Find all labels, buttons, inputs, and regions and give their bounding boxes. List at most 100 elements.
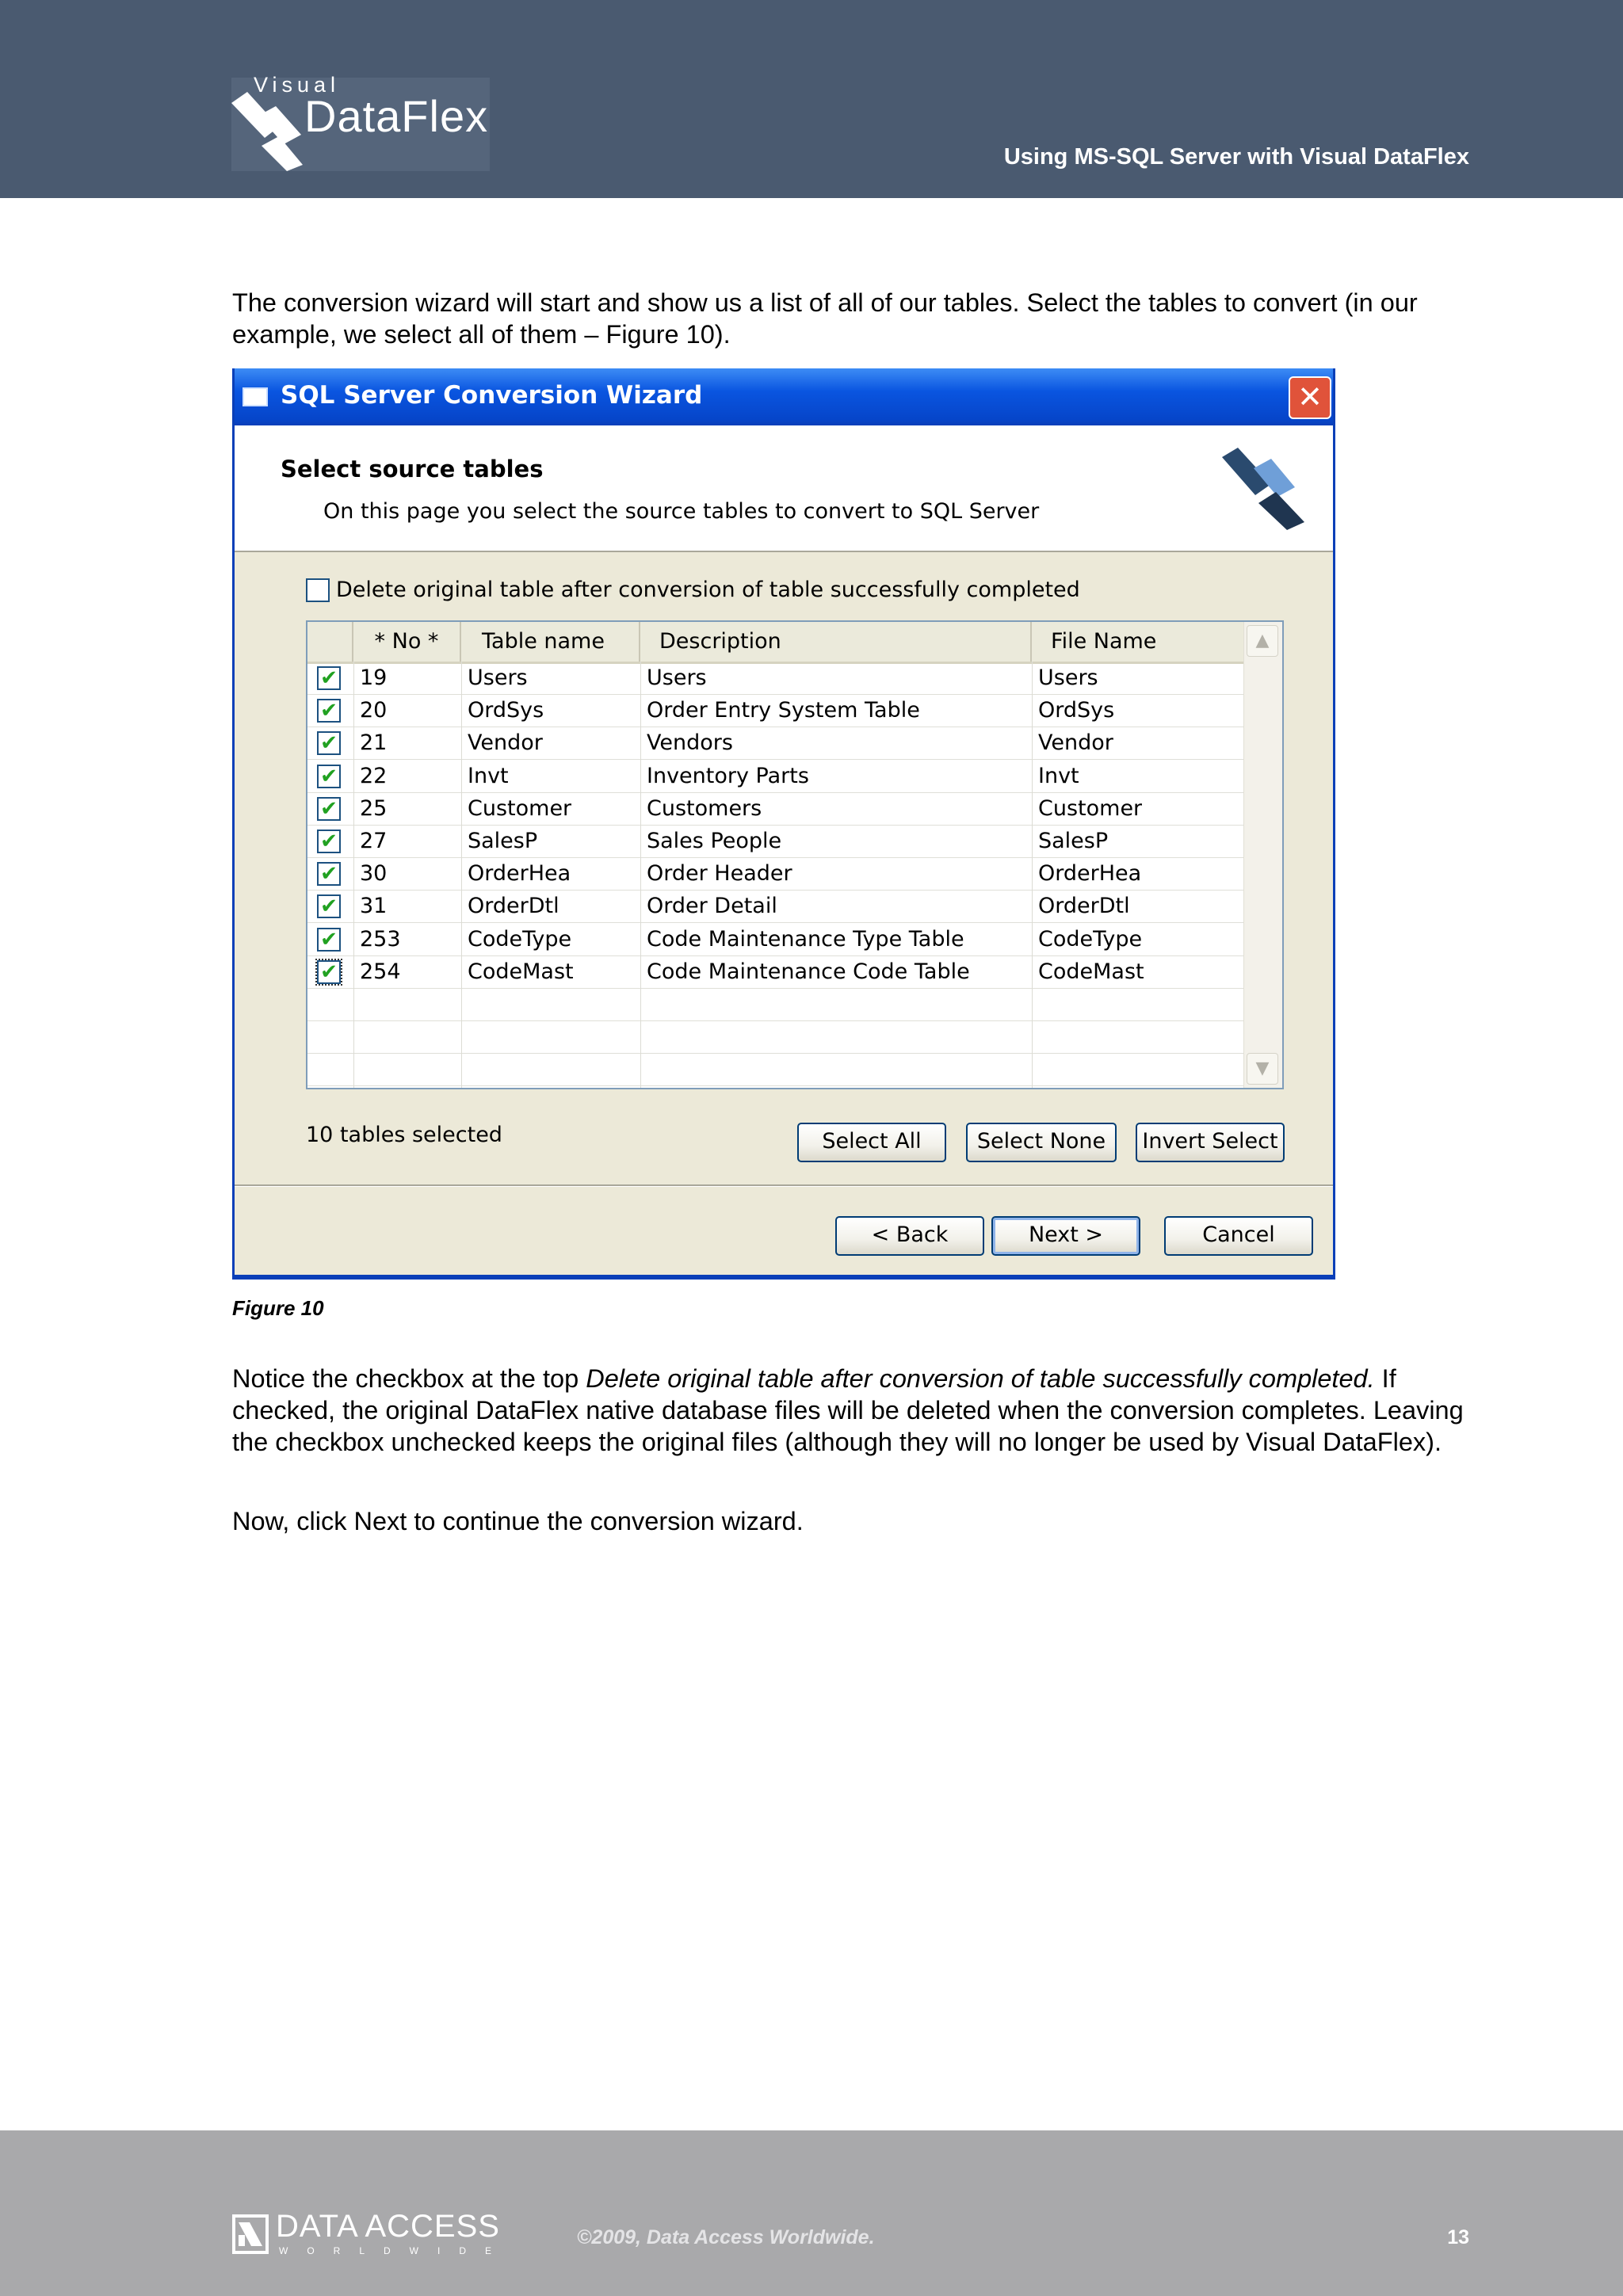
cell-file-name: OrdSys — [1038, 698, 1115, 723]
cell-file-name: SalesP — [1038, 829, 1109, 853]
delete-original-option[interactable]: Delete original table after conversion o… — [306, 578, 1080, 602]
window-icon — [242, 387, 268, 406]
grid-column-divider — [1032, 662, 1033, 1088]
select-none-button[interactable]: Select None — [966, 1123, 1117, 1162]
scroll-down-button[interactable]: ▼ — [1247, 1053, 1278, 1085]
cell-description: Inventory Parts — [647, 763, 809, 788]
cell-description: Code Maintenance Code Table — [647, 959, 970, 984]
table-row[interactable]: ✔ 22 Invt Inventory Parts Invt — [307, 760, 1244, 793]
cell-table-name: OrdSys — [468, 698, 544, 723]
table-row[interactable]: ✔ 19 Users Users Users — [307, 662, 1244, 695]
cell-table-name: OrderHea — [468, 861, 571, 887]
table-row[interactable]: ✔ 27 SalesP Sales People SalesP — [307, 825, 1244, 858]
grid-column-divider — [640, 662, 641, 1088]
selection-status: 10 tables selected — [306, 1123, 502, 1147]
page-subtitle: On this page you select the source table… — [323, 499, 1040, 524]
table-row[interactable]: ✔ 31 OrderDtl Order Detail OrderDtl — [307, 890, 1244, 924]
row-checkbox[interactable]: ✔ — [317, 894, 341, 919]
cell-file-name: Users — [1038, 666, 1098, 690]
cell-file-name: OrderDtl — [1038, 894, 1130, 919]
row-checkbox[interactable]: ✔ — [315, 958, 342, 986]
logo-main-text: DataFlex — [304, 91, 489, 141]
table-row[interactable]: ✔ 30 OrderHea Order Header OrderHea — [307, 857, 1244, 891]
next-button[interactable]: Next > — [991, 1216, 1140, 1256]
cell-description: Customers — [647, 795, 762, 821]
delete-original-checkbox[interactable] — [306, 578, 330, 602]
table-row[interactable]: ✔ 21 Vendor Vendors Vendor — [307, 727, 1244, 761]
page-title: Select source tables — [281, 456, 544, 482]
notice-emphasis: Delete original table after conversion o… — [586, 1364, 1375, 1393]
cell-no: 31 — [360, 894, 388, 919]
grid-header: * No * Table name Description File Name — [307, 622, 1244, 664]
figure-caption: Figure 10 — [232, 1296, 324, 1320]
footer-logo-text: DATA ACCESS — [276, 2209, 500, 2244]
cell-no: 27 — [360, 829, 388, 853]
empty-row — [307, 1053, 1244, 1087]
table-row[interactable]: ✔ 25 Customer Customers Customer — [307, 792, 1244, 826]
cell-description: Sales People — [647, 829, 782, 853]
row-checkbox[interactable]: ✔ — [317, 764, 341, 788]
grid-column-divider — [461, 662, 462, 1088]
notice-prefix: Notice the checkbox at the top — [232, 1364, 586, 1393]
row-checkbox[interactable]: ✔ — [317, 830, 341, 853]
intro-paragraph: The conversion wizard will start and sho… — [232, 288, 1418, 349]
grid-scrollbar[interactable]: ▲ ▼ — [1243, 622, 1282, 1088]
next-instruction-paragraph: Now, click Next to continue the conversi… — [232, 1507, 804, 1535]
copyright: ©2009, Data Access Worldwide. — [577, 2226, 875, 2248]
invert-select-button[interactable]: Invert Select — [1136, 1123, 1285, 1162]
cell-table-name: CodeType — [468, 926, 572, 952]
column-header-no[interactable]: * No * — [353, 622, 461, 662]
cell-table-name: Customer — [468, 795, 572, 821]
table-row[interactable]: ✔ 253 CodeType Code Maintenance Type Table C… — [307, 923, 1244, 956]
empty-row — [307, 1020, 1244, 1055]
table-row[interactable]: ✔ 254 CodeMast Code Maintenance Code Table C… — [307, 955, 1244, 989]
scroll-up-button[interactable]: ▲ — [1247, 625, 1278, 657]
cell-table-name: Invt — [468, 763, 509, 788]
cell-file-name: Customer — [1038, 795, 1143, 821]
title-bar: SQL Server Conversion Wizard ✕ — [235, 368, 1333, 425]
cell-no: 21 — [360, 730, 388, 756]
row-checkbox[interactable]: ✔ — [317, 666, 341, 690]
page-number: 13 — [1447, 2226, 1469, 2248]
cell-table-name: CodeMast — [468, 959, 574, 984]
select-all-button[interactable]: Select All — [797, 1123, 946, 1162]
cell-table-name: SalesP — [468, 829, 538, 853]
back-button[interactable]: < Back — [835, 1216, 984, 1256]
cell-table-name: Vendor — [468, 730, 543, 756]
page-footer — [0, 2130, 1623, 2296]
empty-row — [307, 988, 1244, 1021]
footer-logo-subtext: WORLDWIDE — [279, 2245, 510, 2256]
button-separator — [235, 1184, 1333, 1187]
window-title: SQL Server Conversion Wizard — [281, 381, 703, 410]
cell-file-name: CodeMast — [1038, 959, 1144, 984]
grid-column-divider — [353, 662, 354, 1088]
data-access-logo-icon — [232, 2214, 269, 2254]
document-title: Using MS-SQL Server with Visual DataFlex — [1003, 144, 1469, 170]
column-header-description[interactable]: Description — [640, 622, 1032, 662]
cell-description: Code Maintenance Type Table — [647, 926, 964, 952]
row-checkbox[interactable]: ✔ — [317, 862, 341, 887]
cell-no: 254 — [360, 959, 401, 984]
cell-description: Order Entry System Table — [647, 698, 920, 723]
column-header-check — [307, 622, 353, 662]
cell-table-name: Users — [468, 666, 528, 690]
column-header-table-name[interactable]: Table name — [461, 622, 640, 662]
wizard-logo-icon — [1222, 448, 1304, 530]
cell-file-name: CodeType — [1038, 926, 1143, 952]
notice-paragraph: Notice the checkbox at the top Delete or… — [232, 1363, 1468, 1458]
wizard-banner: Select source tables On this page you se… — [235, 425, 1333, 552]
cell-description: Vendors — [647, 730, 733, 756]
cell-no: 30 — [360, 861, 388, 887]
table-row[interactable]: ✔ 20 OrdSys Order Entry System Table OrdSys — [307, 694, 1244, 728]
column-header-file-name[interactable]: File Name — [1032, 622, 1244, 662]
cell-file-name: Invt — [1038, 763, 1079, 788]
row-checkbox[interactable]: ✔ — [317, 927, 341, 952]
row-checkbox[interactable]: ✔ — [317, 796, 341, 821]
row-checkbox[interactable]: ✔ — [317, 699, 341, 723]
source-tables-grid[interactable]: * No * Table name Description File Name … — [306, 620, 1284, 1089]
row-checkbox[interactable]: ✔ — [317, 731, 341, 756]
close-button[interactable]: ✕ — [1289, 376, 1331, 419]
cell-no: 25 — [360, 795, 388, 821]
cancel-button[interactable]: Cancel — [1164, 1216, 1313, 1256]
cell-no: 20 — [360, 698, 388, 723]
